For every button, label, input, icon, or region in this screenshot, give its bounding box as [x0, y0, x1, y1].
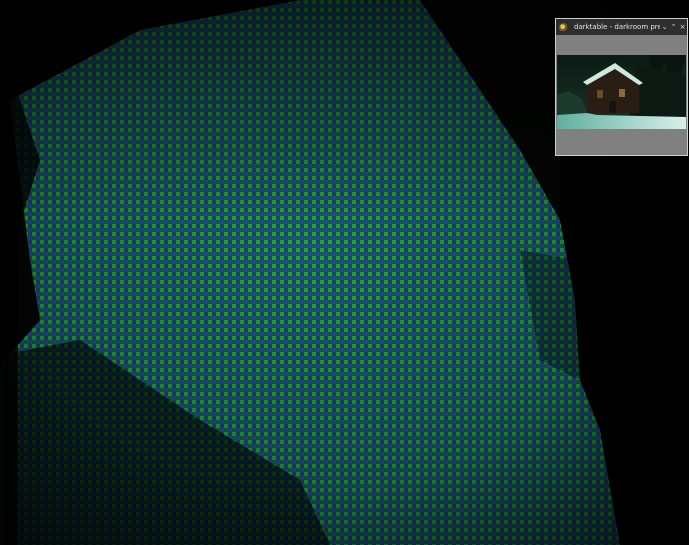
preview-window-title: darktable - darkroom preview	[574, 23, 660, 31]
maximize-icon[interactable]: ⌃	[669, 19, 678, 35]
darktable-icon	[559, 22, 568, 32]
darkroom-canvas[interactable]: darktable - darkroom preview ⌄ ⌃ ×	[0, 0, 689, 545]
preview-titlebar[interactable]: darktable - darkroom preview ⌄ ⌃ ×	[556, 19, 687, 35]
darkroom-preview-window[interactable]: darktable - darkroom preview ⌄ ⌃ ×	[555, 18, 688, 156]
close-icon[interactable]: ×	[678, 19, 687, 35]
minimize-icon[interactable]: ⌄	[660, 19, 669, 35]
preview-thumbnail[interactable]	[557, 55, 686, 129]
